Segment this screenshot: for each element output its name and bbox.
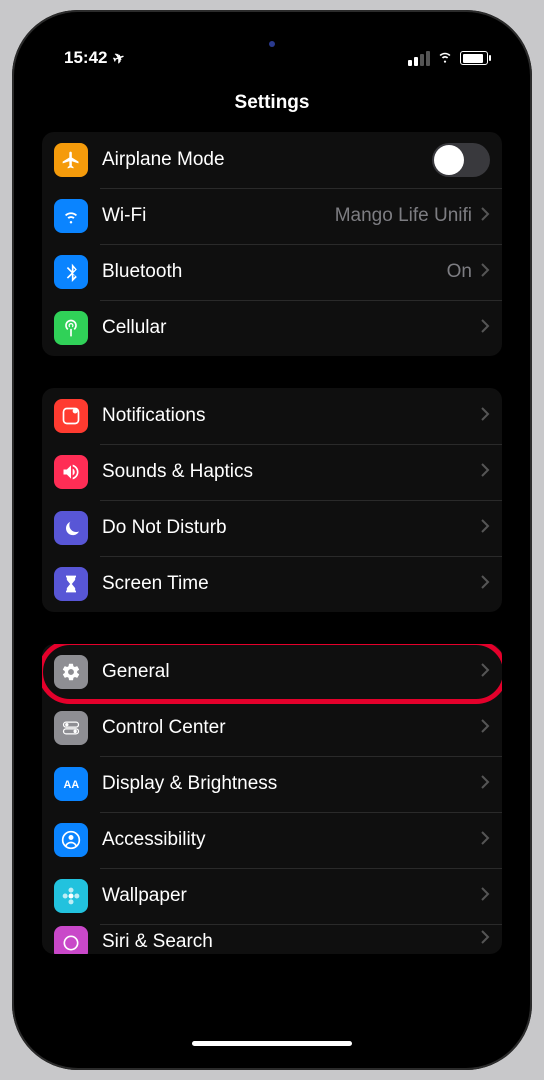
settings-row-screentime[interactable]: Screen Time — [42, 556, 502, 612]
notch — [157, 24, 387, 58]
hourglass-icon — [54, 567, 88, 601]
row-label: Accessibility — [102, 829, 480, 851]
wifi-status-icon — [436, 47, 454, 70]
settings-group: Notifications Sounds & Haptics Do Not Dist… — [42, 388, 502, 612]
settings-row-wifi[interactable]: Wi-FiMango Life Unifi — [42, 188, 502, 244]
settings-row-general[interactable]: General — [42, 644, 502, 700]
row-value: On — [447, 261, 472, 283]
chevron-right-icon — [480, 662, 490, 683]
row-label: Cellular — [102, 317, 480, 339]
speaker-icon — [54, 455, 88, 489]
chevron-right-icon — [480, 830, 490, 851]
row-label: Display & Brightness — [102, 773, 480, 795]
chevron-right-icon — [480, 406, 490, 427]
aa-icon: AA — [54, 767, 88, 801]
highlight-annotation: General — [42, 644, 502, 700]
chevron-right-icon — [480, 518, 490, 539]
settings-row-bluetooth[interactable]: BluetoothOn — [42, 244, 502, 300]
cellular-signal-icon — [408, 51, 430, 66]
siri-icon — [54, 926, 88, 954]
chevron-right-icon — [480, 574, 490, 595]
row-label: Wi-Fi — [102, 205, 335, 227]
switches-icon — [54, 711, 88, 745]
row-value: Mango Life Unifi — [335, 205, 472, 227]
settings-row-dnd[interactable]: Do Not Disturb — [42, 500, 502, 556]
home-indicator[interactable] — [192, 1041, 352, 1046]
bluetooth-icon — [54, 255, 88, 289]
location-icon: ✈ — [111, 48, 128, 68]
chevron-right-icon — [480, 929, 490, 950]
row-label: Notifications — [102, 405, 480, 427]
row-label: Screen Time — [102, 573, 480, 595]
antenna-icon — [54, 311, 88, 345]
moon-icon — [54, 511, 88, 545]
row-label: Sounds & Haptics — [102, 461, 480, 483]
flower-icon — [54, 879, 88, 913]
settings-group: General Control Center AA Display & Brightn… — [42, 644, 502, 954]
settings-row-wallpaper[interactable]: Wallpaper — [42, 868, 502, 924]
settings-row-accessibility[interactable]: Accessibility — [42, 812, 502, 868]
settings-row-siri[interactable]: Siri & Search — [42, 924, 502, 954]
wifi-icon — [54, 199, 88, 233]
bell-icon — [54, 399, 88, 433]
row-label: Airplane Mode — [102, 149, 432, 171]
person-icon — [54, 823, 88, 857]
svg-text:AA: AA — [64, 779, 80, 791]
settings-row-notifications[interactable]: Notifications — [42, 388, 502, 444]
chevron-right-icon — [480, 462, 490, 483]
row-label: Do Not Disturb — [102, 517, 480, 539]
battery-icon — [460, 51, 488, 65]
toggle-switch[interactable] — [432, 143, 490, 177]
row-label: General — [102, 661, 480, 683]
phone-frame: 15:42 ✈ Settings Airplane Mode Wi-FiMango… — [12, 10, 532, 1070]
airplane-icon — [54, 143, 88, 177]
chevron-right-icon — [480, 886, 490, 907]
row-label: Wallpaper — [102, 885, 480, 907]
row-label: Siri & Search — [102, 931, 480, 953]
settings-row-display[interactable]: AA Display & Brightness — [42, 756, 502, 812]
status-time: 15:42 — [64, 48, 107, 68]
row-label: Bluetooth — [102, 261, 447, 283]
chevron-right-icon — [480, 206, 490, 227]
chevron-right-icon — [480, 318, 490, 339]
page-title: Settings — [26, 78, 518, 132]
screen: 15:42 ✈ Settings Airplane Mode Wi-FiMango… — [26, 24, 518, 1056]
settings-group: Airplane ModeWi-FiMango Life UnifiBlueto… — [42, 132, 502, 356]
chevron-right-icon — [480, 718, 490, 739]
chevron-right-icon — [480, 774, 490, 795]
settings-row-sounds[interactable]: Sounds & Haptics — [42, 444, 502, 500]
row-label: Control Center — [102, 717, 480, 739]
settings-row-controlcenter[interactable]: Control Center — [42, 700, 502, 756]
settings-row-cellular[interactable]: Cellular — [42, 300, 502, 356]
settings-row-airplane[interactable]: Airplane Mode — [42, 132, 502, 188]
chevron-right-icon — [480, 262, 490, 283]
gear-icon — [54, 655, 88, 689]
